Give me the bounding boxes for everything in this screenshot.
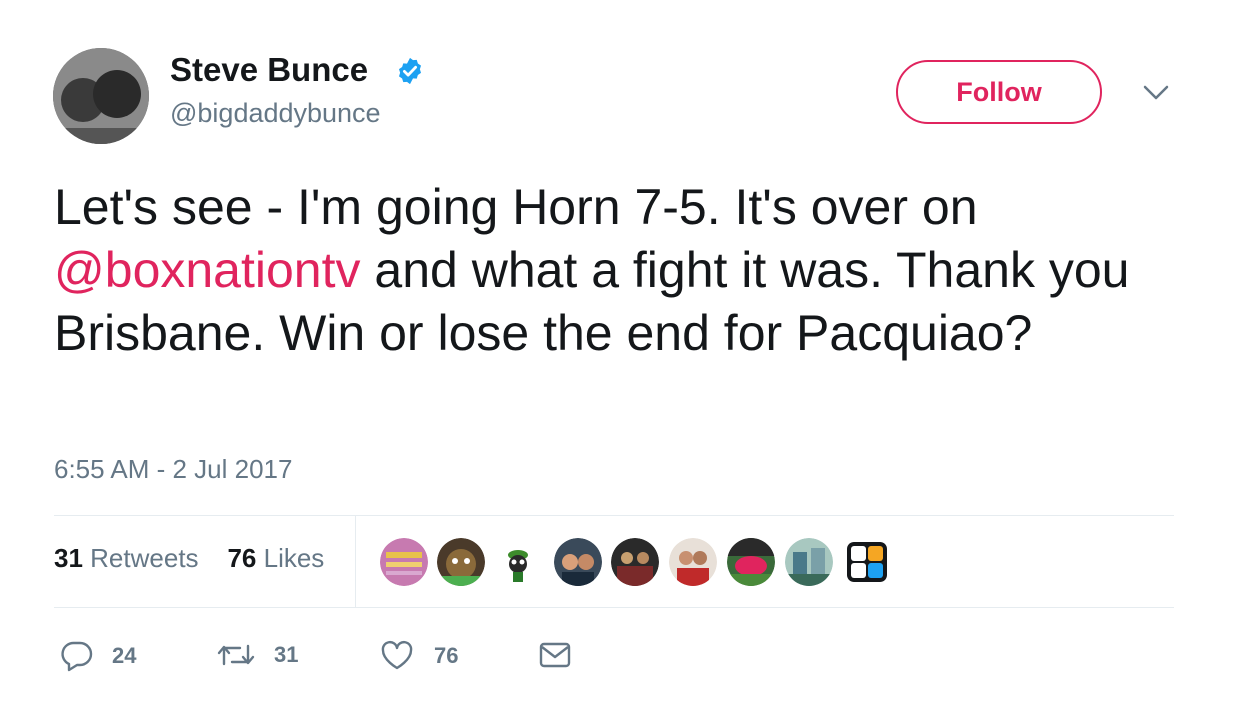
tweet-timestamp[interactable]: 6:55 AM - 2 Jul 2017 — [54, 454, 292, 485]
stats-divider — [355, 516, 356, 608]
like-button[interactable]: 76 — [380, 640, 458, 672]
mention-link[interactable]: @boxnationtv — [54, 242, 361, 298]
liker-avatar[interactable] — [727, 538, 775, 586]
engagement-stats: 31 Retweets 76 Likes — [54, 543, 324, 574]
reply-count: 24 — [112, 643, 137, 668]
liker-avatar[interactable] — [437, 538, 485, 586]
tweet-text-start: Let's see - I'm going Horn 7-5. It's ove… — [54, 179, 978, 235]
divider-bottom — [54, 607, 1174, 608]
liker-avatar[interactable] — [669, 538, 717, 586]
like-count: 76 — [434, 643, 459, 668]
reply-button[interactable]: 24 — [60, 640, 136, 672]
retweets-stat[interactable]: 31 Retweets — [54, 543, 199, 573]
avatar[interactable] — [53, 48, 149, 144]
liker-avatar[interactable] — [494, 538, 542, 586]
tweet-text: Let's see - I'm going Horn 7-5. It's ove… — [54, 176, 1184, 365]
liker-avatar[interactable] — [785, 538, 833, 586]
liker-avatar[interactable] — [554, 538, 602, 586]
heart-icon — [381, 640, 413, 670]
divider-top — [54, 515, 1174, 516]
follow-button[interactable]: Follow — [896, 60, 1102, 124]
avatar-photo — [53, 48, 149, 144]
verified-badge-icon — [399, 57, 421, 85]
retweets-label: Retweets — [90, 543, 199, 573]
liker-avatar[interactable] — [611, 538, 659, 586]
direct-message-button[interactable] — [539, 642, 571, 668]
retweet-count: 31 — [274, 642, 299, 667]
retweet-icon — [217, 644, 255, 666]
user-handle[interactable]: @bigdaddybunce — [170, 96, 381, 130]
retweet-button[interactable]: 31 — [216, 640, 298, 670]
likes-count: 76 — [227, 543, 257, 573]
chevron-down-icon[interactable] — [1143, 84, 1169, 102]
liker-avatar[interactable] — [380, 538, 428, 586]
liker-avatar[interactable] — [847, 542, 887, 582]
reply-icon — [61, 641, 93, 672]
likes-stat[interactable]: 76 Likes — [227, 543, 324, 573]
display-name[interactable]: Steve Bunce — [170, 50, 368, 90]
retweets-count: 31 — [54, 543, 83, 573]
likes-label: Likes — [263, 543, 325, 573]
envelope-icon — [539, 642, 571, 668]
